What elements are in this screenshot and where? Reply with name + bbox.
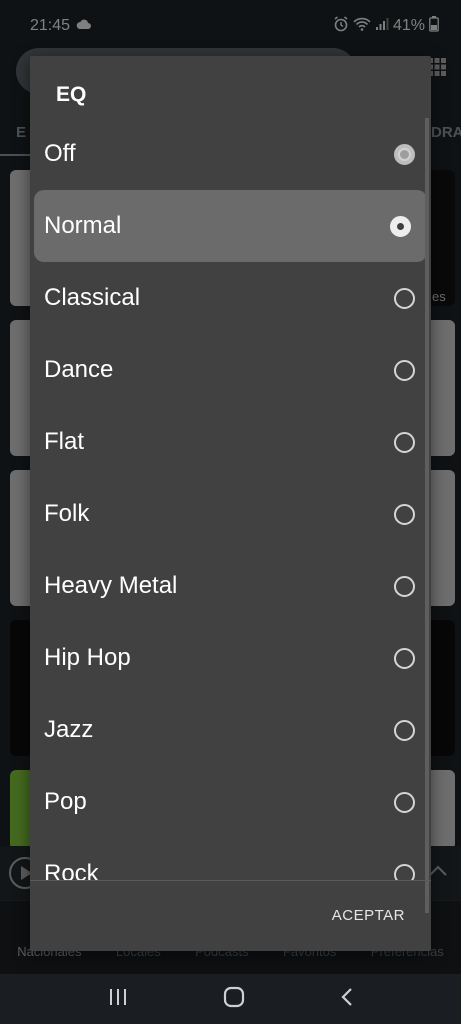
eq-option-folk[interactable]: Folk bbox=[30, 478, 431, 550]
radio-icon[interactable] bbox=[394, 647, 415, 669]
back-icon[interactable] bbox=[340, 987, 354, 1012]
eq-option-rock[interactable]: Rock bbox=[30, 838, 431, 880]
eq-option-dance[interactable]: Dance bbox=[30, 334, 431, 406]
eq-option-heavy-metal[interactable]: Heavy Metal bbox=[30, 550, 431, 622]
eq-option-jazz[interactable]: Jazz bbox=[30, 694, 431, 766]
eq-option-classical[interactable]: Classical bbox=[30, 262, 431, 334]
radio-icon[interactable] bbox=[394, 719, 415, 741]
radio-icon[interactable] bbox=[394, 359, 415, 381]
recent-apps-icon[interactable] bbox=[108, 988, 128, 1011]
home-icon[interactable] bbox=[223, 986, 245, 1013]
option-label: Rock bbox=[44, 860, 99, 880]
divider bbox=[30, 880, 431, 881]
eq-option-pop[interactable]: Pop bbox=[30, 766, 431, 838]
radio-checked-icon[interactable] bbox=[390, 215, 411, 237]
option-label: Heavy Metal bbox=[44, 572, 178, 599]
eq-option-flat[interactable]: Flat bbox=[30, 406, 431, 478]
option-label: Normal bbox=[44, 212, 122, 239]
option-label: Jazz bbox=[44, 716, 94, 743]
accept-button[interactable]: ACEPTAR bbox=[332, 907, 405, 924]
system-nav-bar bbox=[0, 974, 461, 1024]
eq-dialog: EQ Off Normal Classical Dance Flat Folk … bbox=[30, 56, 431, 951]
eq-option-hip-hop[interactable]: Hip Hop bbox=[30, 622, 431, 694]
option-label: Flat bbox=[44, 428, 85, 455]
radio-icon[interactable] bbox=[394, 287, 415, 309]
radio-icon[interactable] bbox=[394, 431, 415, 453]
scrollbar[interactable] bbox=[425, 118, 429, 913]
radio-icon[interactable] bbox=[394, 791, 415, 813]
dialog-title: EQ bbox=[56, 83, 87, 106]
option-label: Dance bbox=[44, 356, 114, 383]
radio-icon[interactable] bbox=[394, 503, 415, 525]
option-label: Off bbox=[44, 140, 76, 167]
eq-options-list[interactable]: Off Normal Classical Dance Flat Folk Hea… bbox=[30, 118, 431, 880]
option-label: Folk bbox=[44, 500, 90, 527]
radio-icon[interactable] bbox=[394, 575, 415, 597]
eq-option-off[interactable]: Off bbox=[30, 118, 431, 190]
option-label: Classical bbox=[44, 284, 141, 311]
option-label: Pop bbox=[44, 788, 87, 815]
radio-icon[interactable] bbox=[394, 863, 415, 880]
radio-icon[interactable] bbox=[394, 143, 415, 165]
option-label: Hip Hop bbox=[44, 644, 131, 671]
eq-option-normal[interactable]: Normal bbox=[34, 190, 427, 262]
